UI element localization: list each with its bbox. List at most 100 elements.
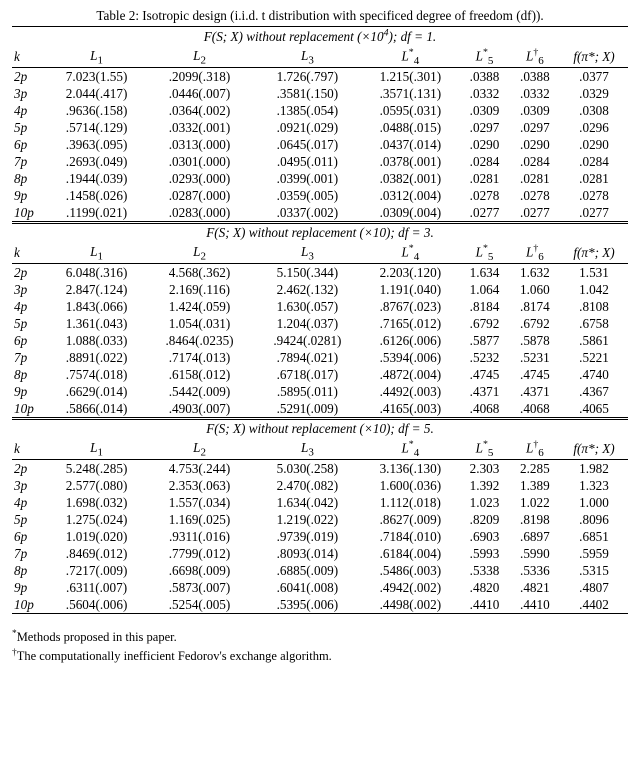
value-cell: .4371 [510,383,560,400]
value-cell: 2.847(.124) [48,281,146,298]
sec3: F(S; X) without replacement (×10); df = … [206,421,434,436]
k-cell: 3p [12,281,48,298]
value-cell: .6698(.009) [146,562,254,579]
value-cell: .4807 [560,579,628,596]
value-cell: .0278 [510,187,560,204]
value-cell: 5.150(.344) [253,264,361,282]
value-cell: .8108 [560,298,628,315]
k-cell: 7p [12,153,48,170]
value-cell: .0278 [459,187,509,204]
table-row: 2p5.248(.285)4.753(.244)5.030(.258)3.136… [12,460,628,478]
value-cell: .0296 [560,119,628,136]
k-cell: 6p [12,528,48,545]
k-cell: 10p [12,596,48,614]
value-cell: .0297 [459,119,509,136]
value-cell: .2099(.318) [146,68,254,86]
value-cell: 1.982 [560,460,628,478]
value-cell: .0309 [510,102,560,119]
results-table: F(S; X) without replacement (×104); df =… [12,26,628,614]
value-cell: .8767(.023) [361,298,459,315]
value-cell: .0277 [510,204,560,223]
section-title-2: F(S; X) without replacement (×10); df = … [12,223,628,243]
value-cell: 1.204(.037) [253,315,361,332]
value-cell: .4745 [510,366,560,383]
table-row: 6p1.019(.020).9311(.016).9739(.019).7184… [12,528,628,545]
k-cell: 3p [12,477,48,494]
value-cell: 1.843(.066) [48,298,146,315]
value-cell: .5336 [510,562,560,579]
table-row: 3p2.847(.124)2.169(.116)2.462(.132)1.191… [12,281,628,298]
value-cell: 1.531 [560,264,628,282]
value-cell: .8469(.012) [48,545,146,562]
value-cell: .8174 [510,298,560,315]
value-cell: .1944(.039) [48,170,146,187]
value-cell: .7184(.010) [361,528,459,545]
k-cell: 4p [12,494,48,511]
value-cell: .0277 [560,204,628,223]
value-cell: 1.112(.018) [361,494,459,511]
value-cell: .5714(.129) [48,119,146,136]
value-cell: .5993 [459,545,509,562]
value-cell: 1.088(.033) [48,332,146,349]
table-row: 4p1.843(.066)1.424(.059)1.630(.057).8767… [12,298,628,315]
value-cell: .0329 [560,85,628,102]
value-cell: .9424(.0281) [253,332,361,349]
value-cell: .0309 [459,102,509,119]
value-cell: .1385(.054) [253,102,361,119]
footnote-star: *Methods proposed in this paper. [12,628,628,646]
hdr-L5: L [476,48,483,63]
value-cell: .5254(.005) [146,596,254,614]
k-cell: 6p [12,332,48,349]
value-cell: .6897 [510,528,560,545]
value-cell: .0378(.001) [361,153,459,170]
value-cell: .5394(.006) [361,349,459,366]
value-cell: .0308 [560,102,628,119]
k-cell: 3p [12,85,48,102]
value-cell: .8209 [459,511,509,528]
value-cell: 1.698(.032) [48,494,146,511]
value-cell: .6184(.004) [361,545,459,562]
value-cell: .3581(.150) [253,85,361,102]
value-cell: .4492(.003) [361,383,459,400]
table-row: 6p1.088(.033).8464(.0235).9424(.0281).61… [12,332,628,349]
value-cell: .4410 [459,596,509,614]
k-cell: 10p [12,400,48,419]
value-cell: .4820 [459,579,509,596]
section-title-3: F(S; X) without replacement (×10); df = … [12,419,628,439]
value-cell: 2.470(.082) [253,477,361,494]
value-cell: .6792 [510,315,560,332]
footnotes: *Methods proposed in this paper. †The co… [12,628,628,664]
value-cell: 1.022 [510,494,560,511]
k-cell: 6p [12,136,48,153]
value-cell: .0359(.005) [253,187,361,204]
value-cell: .5604(.006) [48,596,146,614]
value-cell: 1.215(.301) [361,68,459,86]
value-cell: .5291(.009) [253,400,361,419]
value-cell: .5395(.006) [253,596,361,614]
value-cell: .6758 [560,315,628,332]
value-cell: 1.275(.024) [48,511,146,528]
value-cell: 1.557(.034) [146,494,254,511]
table-row: 7p.8469(.012).7799(.012).8093(.014).6184… [12,545,628,562]
value-cell: .5338 [459,562,509,579]
table-row: 4p.9636(.158).0364(.002).1385(.054).0595… [12,102,628,119]
value-cell: .6792 [459,315,509,332]
table-row: 3p2.577(.080)2.353(.063)2.470(.082)1.600… [12,477,628,494]
value-cell: .5878 [510,332,560,349]
k-cell: 5p [12,511,48,528]
value-cell: .0290 [560,136,628,153]
value-cell: .6903 [459,528,509,545]
value-cell: .8184 [459,298,509,315]
k-cell: 4p [12,102,48,119]
value-cell: .0399(.001) [253,170,361,187]
value-cell: 2.169(.116) [146,281,254,298]
value-cell: .5231 [510,349,560,366]
value-cell: .0337(.002) [253,204,361,223]
value-cell: 4.568(.362) [146,264,254,282]
table-row: 5p1.275(.024)1.169(.025)1.219(.022).8627… [12,511,628,528]
table-row: 9p.6311(.007).5873(.007).6041(.008).4942… [12,579,628,596]
hdr-f: f(π*; X) [573,49,614,64]
value-cell: .5861 [560,332,628,349]
value-cell: 1.424(.059) [146,298,254,315]
value-cell: .9636(.158) [48,102,146,119]
